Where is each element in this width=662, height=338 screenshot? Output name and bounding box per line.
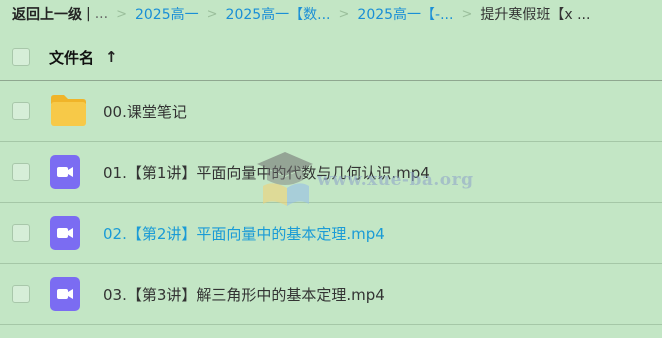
file-list-header: 文件名 ↑ xyxy=(0,34,662,81)
breadcrumb-bar: | xyxy=(86,6,91,22)
sort-ascending-icon[interactable]: ↑ xyxy=(105,48,118,66)
breadcrumb-item-1[interactable]: 2025高一 xyxy=(135,4,199,24)
row-checkbox[interactable] xyxy=(12,285,30,303)
row-checkbox[interactable] xyxy=(12,224,30,242)
column-header-filename[interactable]: 文件名 xyxy=(49,47,94,68)
chevron-right-icon: > xyxy=(206,6,218,22)
video-icon xyxy=(50,216,80,254)
breadcrumb-item-2[interactable]: 2025高一【数... xyxy=(226,4,331,24)
breadcrumb: 返回上一级 | ... > 2025高一 > 2025高一【数... > 202… xyxy=(0,0,662,28)
file-row[interactable]: 02.【第2讲】平面向量中的基本定理.mp4 xyxy=(0,203,662,264)
file-name[interactable]: 00.课堂笔记 xyxy=(103,101,187,122)
video-icon xyxy=(50,155,80,193)
video-icon xyxy=(50,277,80,315)
chevron-right-icon: > xyxy=(116,6,127,22)
file-row[interactable]: 01.【第1讲】平面向量中的代数与几何认识.mp4 xyxy=(0,142,662,203)
file-name[interactable]: 02.【第2讲】平面向量中的基本定理.mp4 xyxy=(103,223,385,244)
breadcrumb-ellipsis[interactable]: ... xyxy=(95,6,108,22)
chevron-right-icon: > xyxy=(338,6,350,22)
folder-icon xyxy=(50,94,87,131)
file-name[interactable]: 01.【第1讲】平面向量中的代数与几何认识.mp4 xyxy=(103,162,430,183)
select-all-checkbox[interactable] xyxy=(12,48,30,66)
breadcrumb-item-3[interactable]: 2025高一【-... xyxy=(357,4,453,24)
row-checkbox[interactable] xyxy=(12,163,30,181)
chevron-right-icon: > xyxy=(461,6,473,22)
file-row[interactable]: 00.课堂笔记 xyxy=(0,81,662,142)
file-row[interactable]: 03.【第3讲】解三角形中的基本定理.mp4 xyxy=(0,264,662,325)
back-link[interactable]: 返回上一级 xyxy=(12,4,82,24)
row-checkbox[interactable] xyxy=(12,102,30,120)
breadcrumb-current: 提升寒假班【x ... xyxy=(480,7,591,23)
file-name[interactable]: 03.【第3讲】解三角形中的基本定理.mp4 xyxy=(103,284,385,305)
